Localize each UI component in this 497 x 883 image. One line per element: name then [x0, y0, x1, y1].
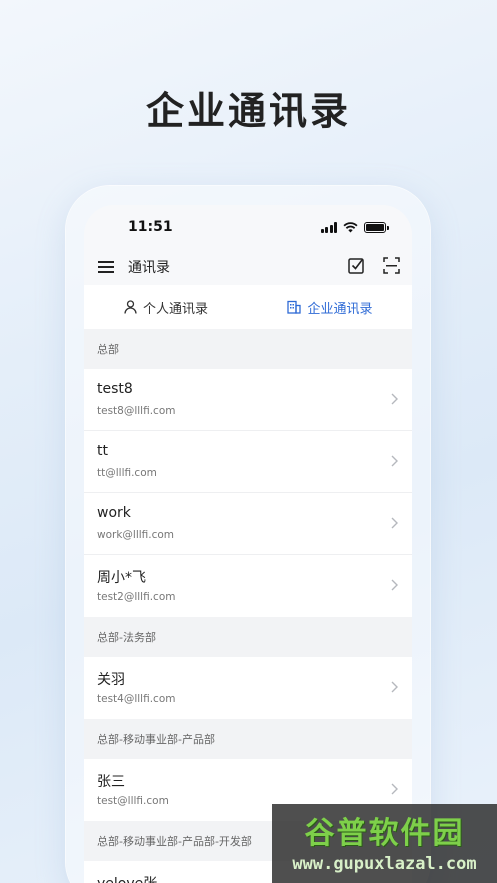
contact-name: work	[97, 505, 131, 521]
contact-name: yelove张	[97, 873, 157, 883]
watermark: 谷普软件园 www.gupuxlazal.com	[272, 804, 497, 883]
chevron-right-icon	[391, 517, 398, 529]
status-bar: 11:51	[84, 205, 412, 249]
nav-bar: 通讯录	[84, 249, 412, 285]
contact-name: test8	[97, 381, 133, 397]
wifi-icon	[343, 221, 358, 232]
hero-title: 企业通讯录	[145, 89, 351, 133]
group-header: 总部-移动事业部-产品部	[84, 719, 412, 759]
contact-email: tt@lllfi.com	[97, 467, 157, 479]
signal-icon	[320, 221, 337, 233]
contact-name: tt	[97, 443, 108, 459]
phone-screen: 11:51 通讯录 个人通讯录 企业通讯录 总部 test8 test8@lll…	[84, 205, 412, 883]
status-icons	[320, 221, 389, 233]
chevron-right-icon	[391, 579, 398, 591]
group-header: 总部	[84, 329, 412, 369]
tab-enterprise-contacts[interactable]: 企业通讯录	[248, 298, 412, 317]
building-icon	[287, 300, 302, 314]
chevron-right-icon	[391, 393, 398, 405]
contact-email: work@lllfi.com	[97, 529, 175, 541]
contact-email: test4@lllfi.com	[97, 693, 176, 705]
contact-item[interactable]: work work@lllfi.com	[84, 493, 412, 555]
nav-actions	[348, 257, 400, 274]
chevron-right-icon	[391, 783, 398, 795]
contact-item[interactable]: 关羽 test4@lllfi.com	[84, 657, 412, 719]
contact-name: 周小*飞	[97, 570, 146, 586]
contact-email: test8@lllfi.com	[97, 405, 176, 417]
tab-label: 企业通讯录	[307, 301, 373, 317]
tab-label: 个人通讯录	[142, 301, 208, 317]
tab-bar: 个人通讯录 企业通讯录	[84, 285, 412, 329]
chevron-right-icon	[391, 681, 398, 693]
contact-list: 总部 test8 test8@lllfi.com tt tt@lllfi.com…	[84, 329, 412, 883]
contact-email: test@lllfi.com	[97, 795, 169, 807]
contact-email: test2@lllfi.com	[97, 591, 176, 603]
contact-item[interactable]: 周小*飞 test2@lllfi.com	[84, 555, 412, 617]
contact-item[interactable]: tt tt@lllfi.com	[84, 431, 412, 493]
contact-item[interactable]: test8 test8@lllfi.com	[84, 369, 412, 431]
status-time: 11:51	[128, 219, 173, 235]
nav-title: 通讯录	[128, 260, 170, 276]
contact-name: 关羽	[97, 672, 125, 688]
person-icon	[124, 300, 137, 314]
group-header: 总部-法务部	[84, 617, 412, 657]
chevron-right-icon	[391, 455, 398, 467]
menu-icon[interactable]	[98, 260, 114, 274]
checkbox-icon[interactable]	[348, 257, 365, 274]
tab-personal-contacts[interactable]: 个人通讯录	[84, 298, 248, 317]
contact-name: 张三	[97, 774, 125, 790]
scan-icon[interactable]	[383, 257, 400, 274]
watermark-url: www.gupuxlazal.com	[292, 854, 477, 874]
battery-icon	[364, 221, 389, 233]
watermark-title: 谷普软件园	[304, 816, 465, 851]
